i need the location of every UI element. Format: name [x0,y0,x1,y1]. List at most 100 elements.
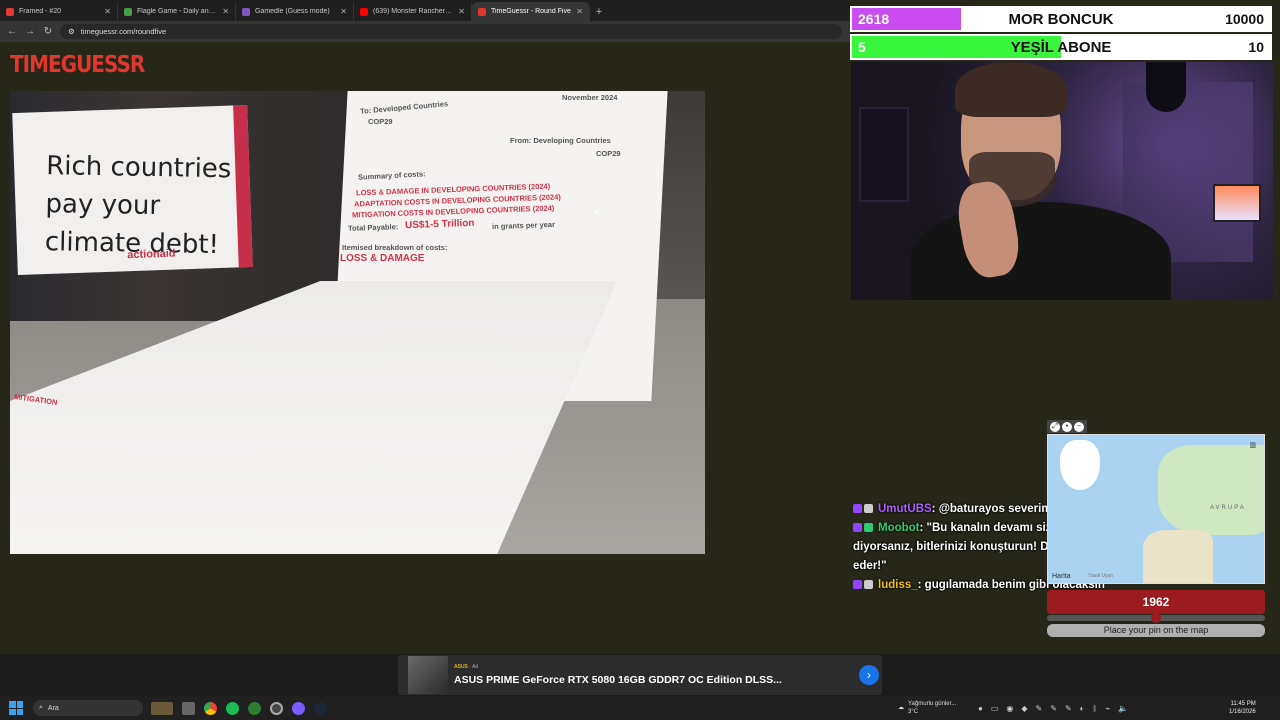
tray-app-icon[interactable]: ✎ [1050,704,1057,713]
spotify-icon[interactable] [226,701,239,715]
xbox-icon[interactable] [248,701,261,715]
user-badge-icon [864,580,873,589]
tray-app-icon[interactable]: ▭ [991,704,999,713]
streamer-hair [955,62,1067,117]
map-brand-label: Harita [1052,573,1071,580]
tray-app-icon[interactable]: ◆ [1021,704,1027,713]
chat-username: ludiss_ [878,579,918,591]
year-slider[interactable] [1047,613,1265,623]
goal-bar-purple: 2618 MOR BONCUK 10000 [850,6,1272,32]
tab-title: Gamedle (Guess mode) [255,8,330,15]
goal-target: 10000 [1225,11,1264,27]
photo-banner: Rich countries pay your climate debt! ac… [12,104,253,276]
year-display: 1962 [1047,590,1265,614]
volume-icon[interactable]: 🔈 [1118,704,1128,713]
tab-favicon-icon [478,7,486,16]
tray-app-icon[interactable]: ✎ [1036,704,1043,713]
timeguessr-page: TIMEGUESSR Rich countries pay your clima… [0,42,850,654]
doc-total-label: Total Payable: [347,222,399,233]
webcam-feed [851,62,1273,300]
search-icon: ⌕ [39,704,43,711]
windows-start-icon[interactable] [9,701,23,715]
webcam-poster [859,107,909,202]
tab-favicon-icon [242,7,250,16]
browser-tab-bar: Framed - #20✕Flagle Game - Daily and Unl… [0,0,850,21]
taskbar-clock[interactable]: 11:45 PM 1/16/2026 [1229,700,1256,716]
map-layers-icon[interactable]: ▥ [1249,441,1256,449]
doc-date: November 2024 [562,93,618,102]
round-photo: Rich countries pay your climate debt! ac… [10,91,705,554]
tray-app-icon[interactable]: ◐ [1080,704,1085,713]
ad-title[interactable]: ASUS PRIME GeForce RTX 5080 16GB GDDR7 O… [454,674,782,686]
taskbar-widget-icon[interactable] [151,701,173,715]
doc-loss: LOSS & DAMAGE [340,253,425,264]
map-legal[interactable]: Yasal Uyarı [1088,573,1113,579]
discord-icon[interactable] [292,701,305,715]
browser-tab[interactable]: Framed - #20 ✕ [0,2,118,21]
browser-tab[interactable]: (639) Monster Rancher | Short ✕ [354,2,472,21]
ad-banner[interactable]: ASUS · Ad ASUS PRIME GeForce RTX 5080 16… [398,655,882,695]
tray-app-icon[interactable]: ● [978,704,983,713]
place-pin-button[interactable]: Place your pin on the map [1047,624,1265,637]
map-size-icon[interactable]: ⤢ [1050,421,1060,432]
doc-from-2: COP29 [596,149,621,158]
user-badge-icon [864,504,873,513]
tray-app-icon[interactable]: ✎ [1065,704,1072,713]
ad-arrow-button[interactable]: › [859,665,879,685]
map-zoom-out-icon[interactable]: − [1074,421,1084,432]
system-tray: ● ▭ ◉ ◆ ✎ ✎ ✎ ◐ ᛒ ⌁ 🔈 [978,704,1128,713]
chat-text: : @baturayos severim [931,503,1052,515]
year-slider-knob[interactable] [1151,613,1161,623]
tab-close-icon[interactable]: ✕ [222,7,229,16]
task-view-icon[interactable] [182,701,195,715]
map-greenland [1060,440,1100,490]
map-brand: Harita [1052,573,1071,580]
doc-to-2: COP29 [368,117,393,126]
url-text: timeguessr.com/roundfive [80,27,167,36]
map-africa [1143,530,1213,583]
clock-time: 11:45 PM [1230,701,1256,707]
map-pin-icon[interactable]: • [1062,421,1072,432]
tab-favicon-icon [6,7,14,16]
taskbar-search[interactable]: ⌕ Ara [33,700,143,716]
guess-map[interactable]: AVRUPA ▥ Harita Yasal Uyarı [1047,434,1265,584]
tab-close-icon[interactable]: ✕ [458,7,465,16]
new-tab-icon[interactable]: + [590,2,608,21]
network-icon[interactable]: ⌁ [1105,704,1110,713]
chrome-icon[interactable] [204,701,217,715]
ad-product-image [408,656,448,694]
twitch-badge-icon [853,504,862,513]
tab-close-icon[interactable]: ✕ [340,7,347,16]
weather-description: Yağmurlu günler... [908,701,957,707]
site-info-icon[interactable]: ⚙ [68,27,75,36]
goal-label: MOR BONCUK [1008,10,1114,28]
browser-tab[interactable]: Gamedle (Guess mode) ✕ [236,2,354,21]
tab-close-icon[interactable]: ✕ [104,7,111,16]
browser-tab[interactable]: Flagle Game - Daily and Unlimited ✕ [118,2,236,21]
back-icon[interactable]: ← [6,26,18,37]
site-logo[interactable]: TIMEGUESSR [10,50,145,78]
settings-icon[interactable] [270,701,283,715]
taskbar-weather[interactable]: ☁ Yağmurlu günler... 3°C [898,700,956,716]
twitch-badge-icon [853,523,862,532]
steam-icon[interactable] [314,701,327,715]
ad-brand: ASUS [454,664,468,670]
ad-tag: Ad [472,664,479,670]
goal-target: 10 [1248,39,1264,55]
map-europe [1158,445,1264,535]
tab-title: Framed - #20 [19,8,62,15]
goal-label: YEŞİL ABONE [1010,38,1112,56]
reload-icon[interactable]: ↻ [42,26,54,37]
webcam-monitor [1213,184,1261,222]
tab-close-icon[interactable]: ✕ [576,7,583,16]
banner-text: Rich countries pay your climate debt! [44,151,232,261]
forward-icon[interactable]: → [24,26,36,37]
bluetooth-icon[interactable]: ᛒ [1093,704,1098,713]
address-bar[interactable]: ⚙ timeguessr.com/roundfive [60,24,842,39]
tab-title: (639) Monster Rancher | Short [373,8,453,15]
tray-app-icon[interactable]: ◉ [1006,704,1013,713]
tab-title: TimeGuessr - Round Five [491,8,571,15]
browser-tab[interactable]: TimeGuessr - Round Five ✕ [472,2,590,21]
tab-favicon-icon [360,7,368,16]
chat-username: UmutUBS [878,503,932,515]
